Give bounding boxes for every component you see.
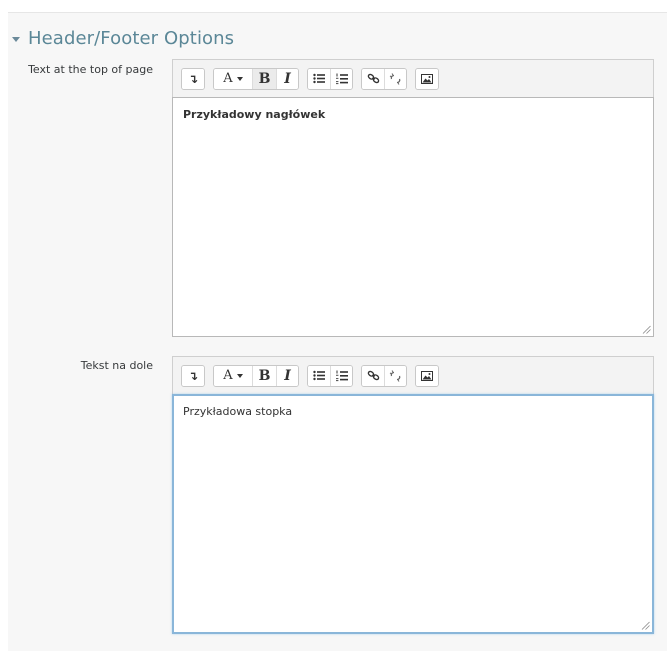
unordered-list-icon xyxy=(313,370,325,381)
ordered-list-button[interactable] xyxy=(330,365,352,386)
header-editor: ↴ A B I Przykładowy nagłówek xyxy=(172,59,654,337)
editor-toolbar: ↴ A B I xyxy=(172,59,654,97)
toolbar-group-collapse: ↴ xyxy=(181,67,205,90)
italic-button[interactable]: I xyxy=(276,68,298,89)
collapse-icon: ↴ xyxy=(187,368,199,383)
toolbar-group-media xyxy=(415,364,439,387)
toolbar-group-collapse: ↴ xyxy=(181,364,205,387)
collapse-caret-icon[interactable] xyxy=(12,36,20,42)
resize-handle-icon[interactable] xyxy=(641,621,650,630)
ordered-list-button[interactable] xyxy=(330,68,352,89)
unordered-list-button[interactable] xyxy=(308,68,330,89)
font-letter: A xyxy=(223,71,233,86)
toolbar-group-lists xyxy=(307,67,353,90)
toolbar-group-style: A B I xyxy=(213,364,299,387)
font-letter: A xyxy=(223,368,233,383)
header-text-area[interactable]: Przykładowy nagłówek xyxy=(172,97,654,337)
bold-icon: B xyxy=(258,70,271,87)
unlink-icon xyxy=(389,369,401,382)
unordered-list-icon xyxy=(313,73,325,84)
footer-content-text: Przykładowa stopka xyxy=(183,405,293,418)
italic-icon: I xyxy=(284,70,291,87)
link-icon xyxy=(367,73,379,84)
collapse-icon: ↴ xyxy=(187,71,199,86)
editor-toolbar: ↴ A B I xyxy=(172,356,654,394)
link-button[interactable] xyxy=(362,365,384,386)
toolbar-group-links xyxy=(361,67,407,90)
image-icon xyxy=(421,370,433,381)
unlink-button[interactable] xyxy=(384,365,406,386)
unlink-button[interactable] xyxy=(384,68,406,89)
collapse-button[interactable]: ↴ xyxy=(182,68,204,89)
font-color-icon: A xyxy=(223,368,243,383)
ordered-list-icon xyxy=(335,370,348,381)
resize-handle-icon[interactable] xyxy=(642,325,651,334)
toolbar-group-media xyxy=(415,67,439,90)
toolbar-group-lists xyxy=(307,364,353,387)
unlink-icon xyxy=(389,72,401,85)
section-title: Header/Footer Options xyxy=(28,27,235,49)
ordered-list-icon xyxy=(335,73,348,84)
bold-button[interactable]: B xyxy=(252,365,276,386)
link-icon xyxy=(367,370,379,381)
toolbar-group-style: A B I xyxy=(213,67,299,90)
link-button[interactable] xyxy=(362,68,384,89)
header-content-text: Przykładowy nagłówek xyxy=(183,108,326,121)
image-icon xyxy=(421,73,433,84)
font-color-button[interactable]: A xyxy=(214,68,252,89)
unordered-list-button[interactable] xyxy=(308,365,330,386)
italic-icon: I xyxy=(284,367,291,384)
font-color-button[interactable]: A xyxy=(214,365,252,386)
toolbar-group-links xyxy=(361,364,407,387)
footer-editor: ↴ A B I Przykładowa stopka xyxy=(172,356,654,634)
field-label-header: Text at the top of page xyxy=(28,63,153,76)
image-button[interactable] xyxy=(416,68,438,89)
italic-button[interactable]: I xyxy=(276,365,298,386)
font-color-icon: A xyxy=(223,71,243,86)
bold-button[interactable]: B xyxy=(252,68,276,89)
section-header[interactable]: Header/Footer Options xyxy=(12,26,234,50)
image-button[interactable] xyxy=(416,365,438,386)
footer-text-area[interactable]: Przykładowa stopka xyxy=(172,394,654,634)
field-label-footer: Tekst na dole xyxy=(80,359,153,372)
collapse-button[interactable]: ↴ xyxy=(182,365,204,386)
bold-icon: B xyxy=(258,367,271,384)
